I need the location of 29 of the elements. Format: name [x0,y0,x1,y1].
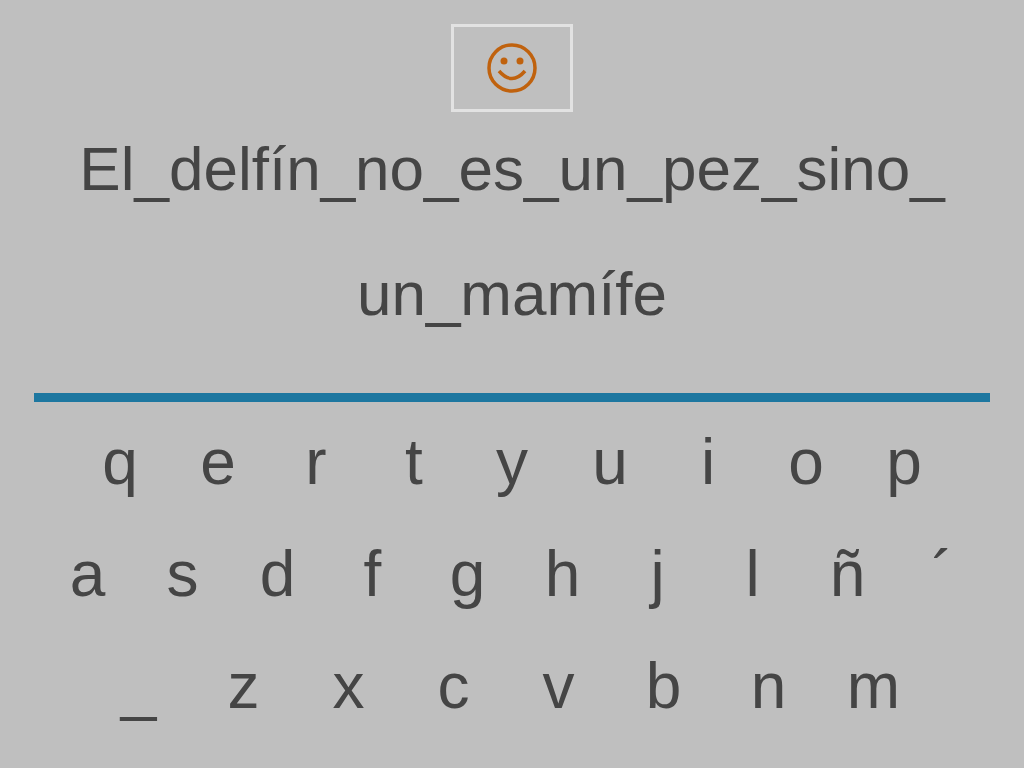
letter-key[interactable]: _ [86,650,191,722]
puzzle-text: un_mamífe [356,263,668,325]
letter-key[interactable]: p [855,426,953,498]
letter-key[interactable]: r [267,426,365,498]
letter-key[interactable]: y [463,426,561,498]
letter-key[interactable]: z [191,650,296,722]
letter-key[interactable]: h [515,538,610,610]
letter-key[interactable]: t [365,426,463,498]
letter-key[interactable]: f [325,538,420,610]
smiley-icon [486,42,538,94]
letter-key[interactable]: n [716,650,821,722]
letter-key[interactable]: j [610,538,705,610]
letter-key[interactable]: l [705,538,800,610]
letter-key[interactable]: g [420,538,515,610]
letter-key[interactable]: v [506,650,611,722]
letter-key[interactable]: i [659,426,757,498]
letter-key[interactable]: s [135,538,230,610]
letter-key[interactable]: ´ [895,538,990,610]
letter-key[interactable]: b [611,650,716,722]
letter-key[interactable]: ñ [800,538,895,610]
letter-key[interactable]: x [296,650,401,722]
letter-key[interactable]: c [401,650,506,722]
letter-key[interactable]: u [561,426,659,498]
letter-key[interactable]: e [169,426,267,498]
letter-key[interactable]: a [40,538,135,610]
letter-key[interactable]: q [71,426,169,498]
letter-key[interactable]: o [757,426,855,498]
letter-key[interactable]: m [821,650,926,722]
letter-key[interactable]: d [230,538,325,610]
